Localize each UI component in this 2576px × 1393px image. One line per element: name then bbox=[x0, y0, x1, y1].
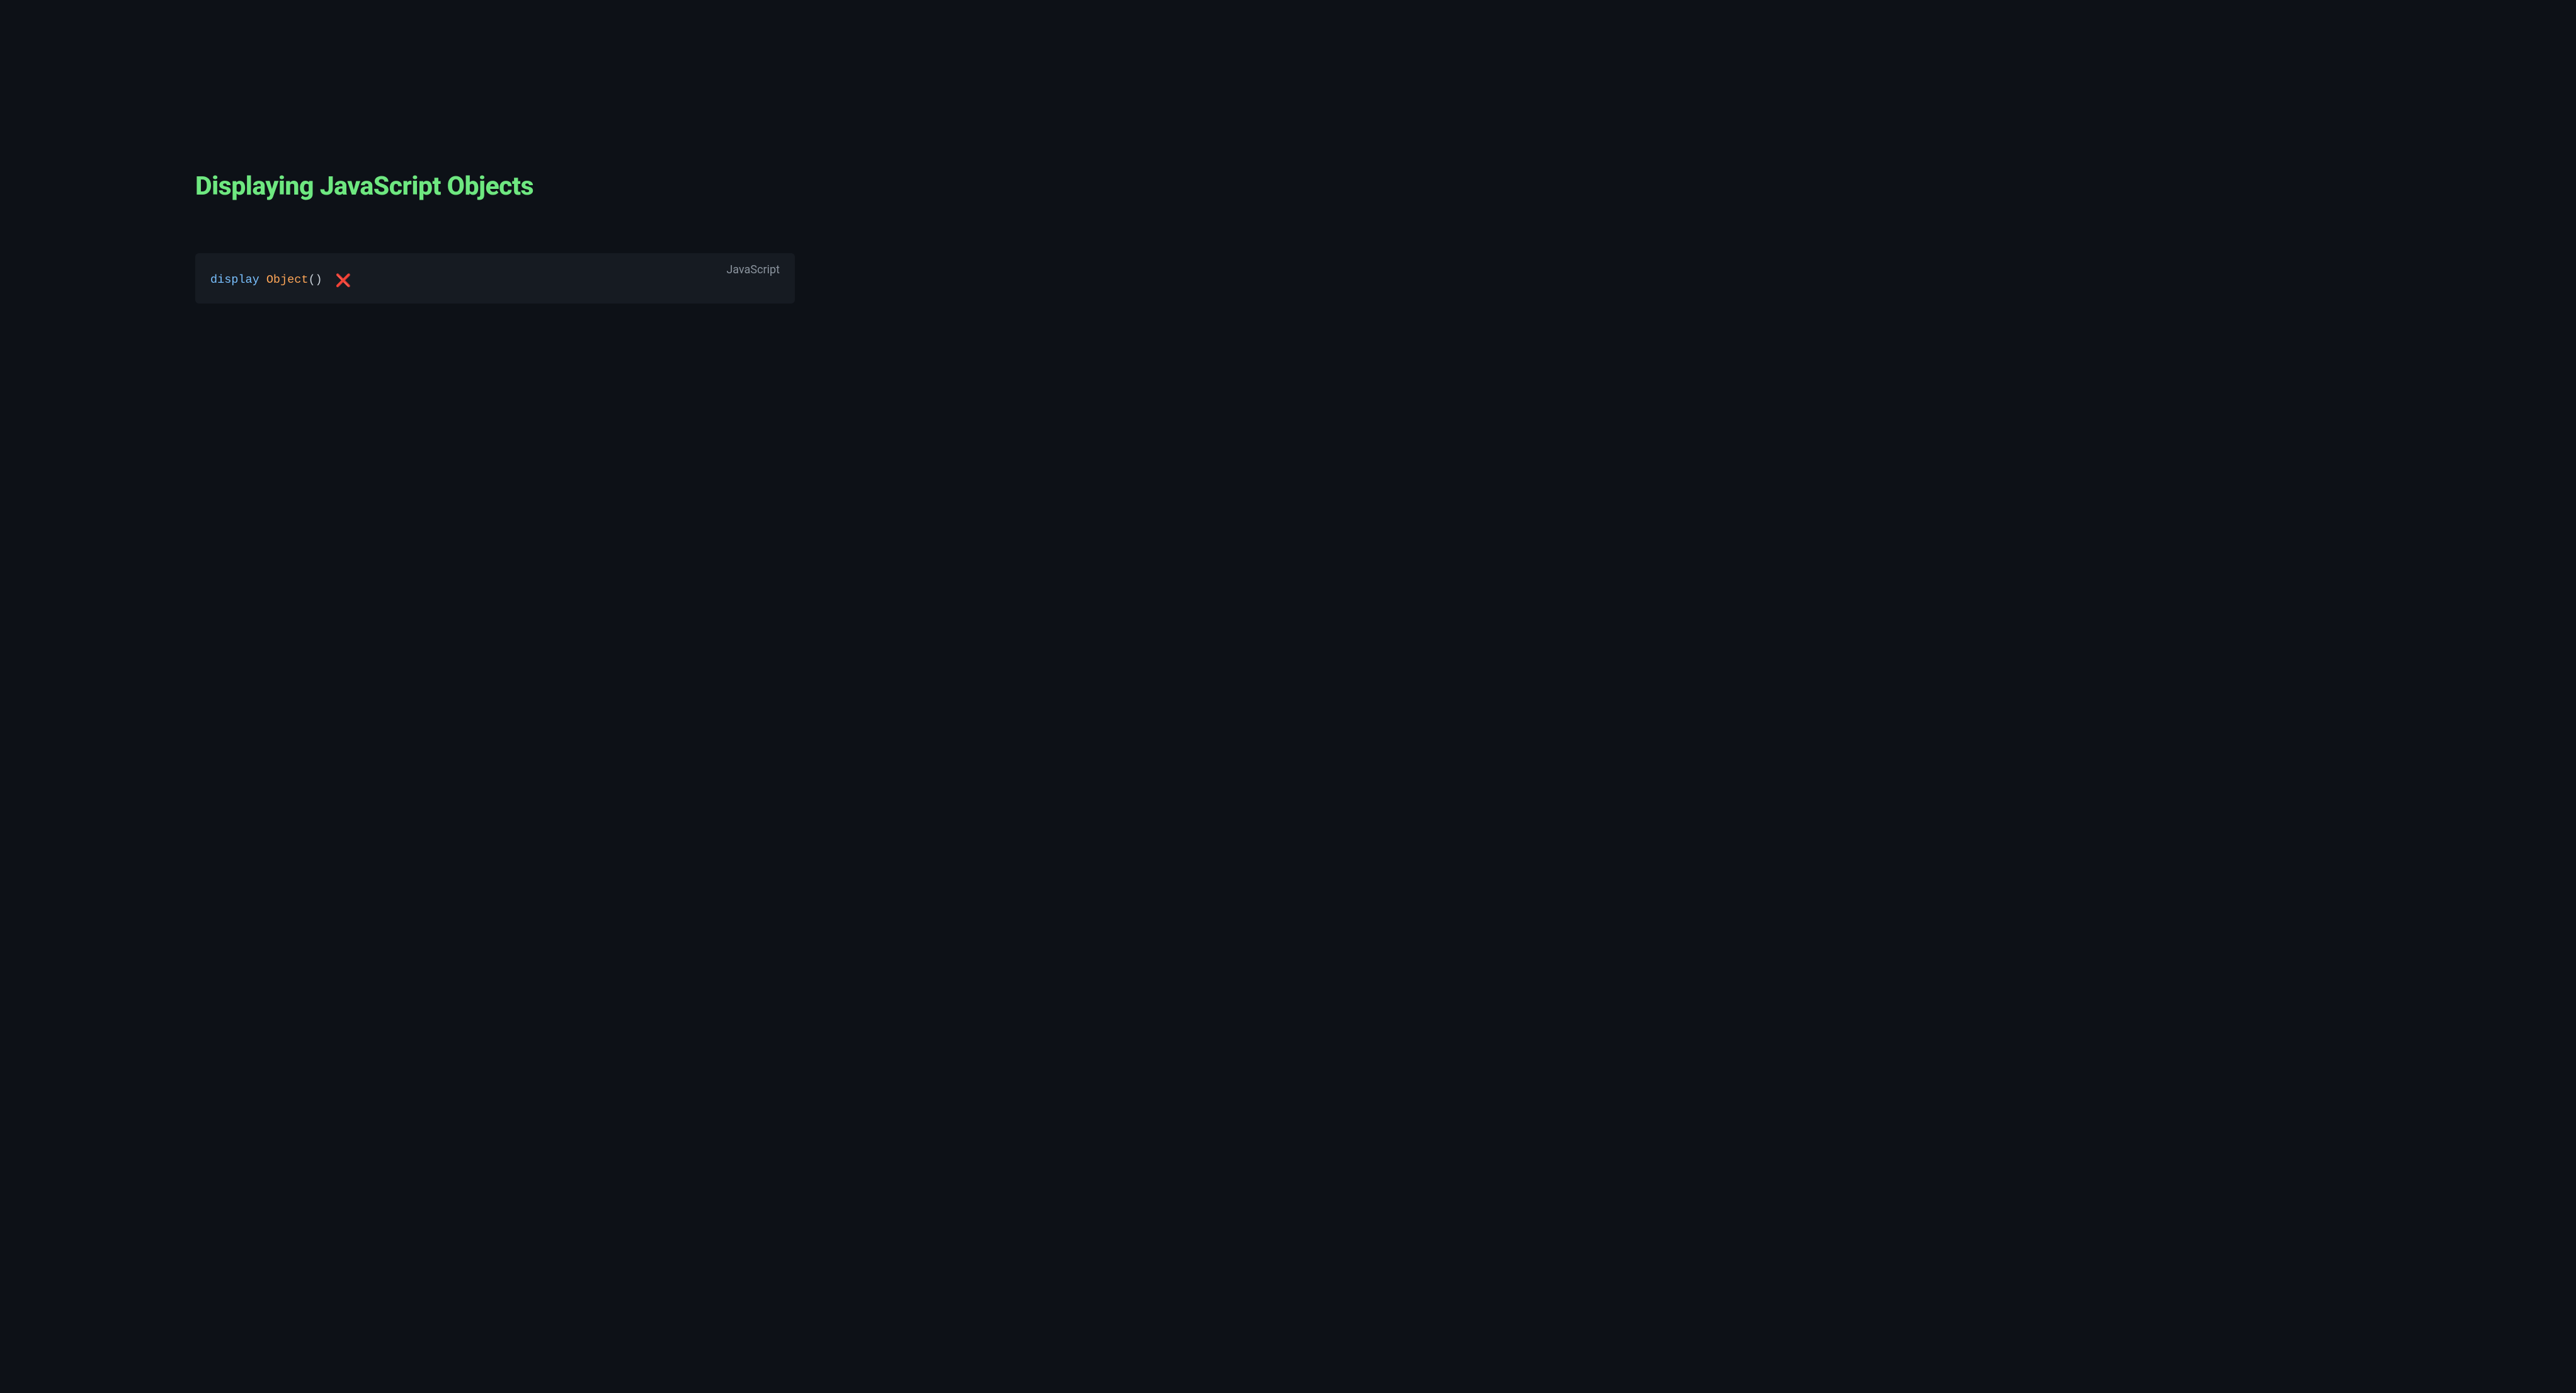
code-token-keyword: display bbox=[210, 272, 259, 288]
code-token-space bbox=[259, 272, 266, 288]
code-language-badge: JavaScript bbox=[726, 263, 780, 276]
slide-content: Displaying JavaScript Objects display Ob… bbox=[195, 0, 795, 304]
cross-mark-icon: ❌ bbox=[336, 271, 351, 289]
code-token-space bbox=[322, 272, 329, 288]
code-block: display Object() ❌ JavaScript bbox=[195, 253, 795, 304]
code-token-parens: () bbox=[308, 272, 322, 288]
code-token-class: Object bbox=[266, 272, 309, 288]
page-title: Displaying JavaScript Objects bbox=[195, 171, 795, 202]
code-line: display Object() ❌ bbox=[210, 265, 351, 289]
